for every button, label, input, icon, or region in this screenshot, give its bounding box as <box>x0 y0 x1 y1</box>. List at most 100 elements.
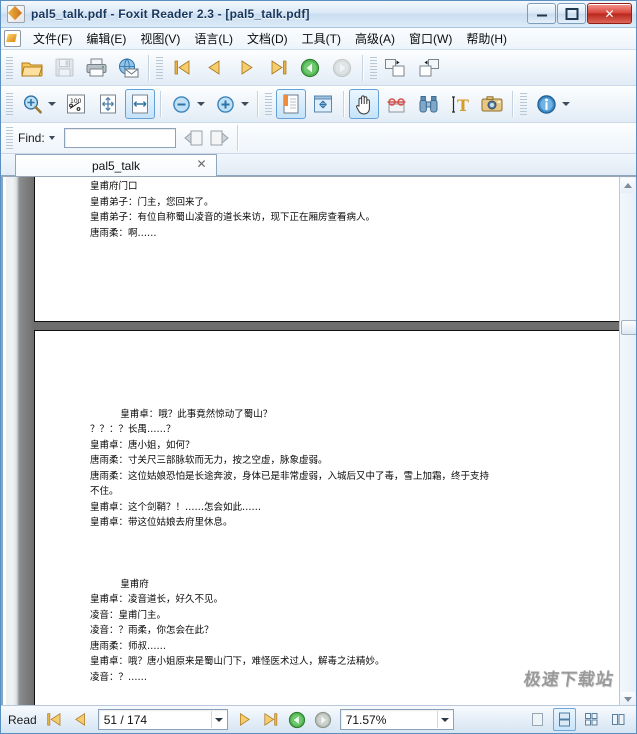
save-button[interactable] <box>49 53 79 83</box>
rotate-counterclockwise-button[interactable] <box>413 53 443 83</box>
page-number-value: 51 / 174 <box>103 712 148 727</box>
go-back-button[interactable] <box>295 53 325 83</box>
typewriter-button[interactable]: T <box>445 89 475 119</box>
facing-view-icon <box>584 712 599 727</box>
previous-page-button[interactable] <box>199 53 229 83</box>
print-button[interactable] <box>81 53 111 83</box>
view-mode-single-page[interactable] <box>526 708 549 731</box>
status-first-page-button[interactable] <box>43 708 67 732</box>
plus-circle-icon <box>216 95 235 114</box>
status-previous-page-button[interactable] <box>69 708 93 732</box>
glasses-icon <box>386 95 407 114</box>
find-previous-button[interactable] <box>182 123 206 153</box>
zoom-in-dropdown-arrow[interactable] <box>241 102 249 106</box>
edit-document-icon[interactable] <box>4 30 21 47</box>
email-button[interactable] <box>113 53 143 83</box>
rotate-clockwise-button[interactable] <box>381 53 411 83</box>
back-arrow-icon <box>288 711 306 729</box>
next-page-button[interactable] <box>231 53 261 83</box>
chevron-down-icon[interactable] <box>436 711 453 728</box>
toolbar-view-tools: 100 T <box>1 86 636 123</box>
last-page-button[interactable] <box>263 53 293 83</box>
menu-window[interactable]: 窗口(W) <box>402 28 459 49</box>
zoom-level-value: 71.57% <box>345 712 387 727</box>
toolbar-grip[interactable] <box>6 127 13 149</box>
status-bar: Read 51 / 174 71.57% <box>1 705 636 733</box>
magnifier-plus-icon <box>22 94 43 115</box>
toolbar-grip[interactable] <box>156 56 163 79</box>
pan-and-zoom-button[interactable] <box>308 89 338 119</box>
toolbar-grip[interactable] <box>6 93 13 115</box>
close-button[interactable]: ✕ <box>587 3 632 24</box>
forward-arrow-icon <box>332 58 352 78</box>
zoom-out-button[interactable] <box>166 89 196 119</box>
status-back-button[interactable] <box>285 708 309 732</box>
first-page-icon <box>173 59 192 76</box>
scroll-up-arrow-icon[interactable] <box>621 178 635 193</box>
minus-circle-icon <box>172 95 191 114</box>
menu-language[interactable]: 语言(L) <box>187 28 240 49</box>
find-button[interactable] <box>413 89 443 119</box>
menu-edit[interactable]: 编辑(E) <box>79 28 133 49</box>
zoom-in-button[interactable] <box>210 89 240 119</box>
maximize-button[interactable] <box>557 3 586 24</box>
toolbar-grip[interactable] <box>265 93 272 115</box>
hand-tool-button[interactable] <box>349 89 379 119</box>
zoom-out-dropdown-arrow[interactable] <box>197 102 205 106</box>
menu-help[interactable]: 帮助(H) <box>459 28 514 49</box>
scroll-thumb[interactable] <box>621 320 636 335</box>
chevron-down-icon[interactable] <box>210 711 227 728</box>
search-input[interactable] <box>63 128 176 148</box>
document-tab-pal5-talk[interactable]: pal5_talk ✕ <box>15 154 217 176</box>
view-mode-facing[interactable] <box>580 708 603 731</box>
snapshot-button[interactable] <box>477 89 507 119</box>
select-text-button[interactable] <box>381 89 411 119</box>
view-mode-continuous-facing[interactable] <box>607 708 630 731</box>
find-next-button[interactable] <box>208 123 232 153</box>
navigation-pane-strip[interactable] <box>1 177 34 708</box>
menu-view[interactable]: 视图(V) <box>133 28 187 49</box>
status-last-page-button[interactable] <box>259 708 283 732</box>
open-file-button[interactable] <box>17 53 47 83</box>
menu-tools[interactable]: 工具(T) <box>295 28 348 49</box>
pan-zoom-window-icon <box>313 94 333 114</box>
menu-document[interactable]: 文档(D) <box>240 28 295 49</box>
floppy-save-icon <box>55 58 74 77</box>
menu-bar: 文件(F) 编辑(E) 视图(V) 语言(L) 文档(D) 工具(T) 高级(A… <box>1 28 636 50</box>
single-page-button[interactable] <box>276 89 306 119</box>
fit-width-icon <box>130 94 150 114</box>
zoom-tool-dropdown-arrow[interactable] <box>48 102 56 106</box>
toolbar-grip[interactable] <box>370 56 377 79</box>
zoom-level-combo[interactable]: 71.57% <box>339 709 454 730</box>
window-controls: ✕ <box>527 3 632 24</box>
close-icon[interactable]: ✕ <box>195 158 208 171</box>
search-input-field[interactable] <box>64 129 175 147</box>
info-button[interactable] <box>531 89 561 119</box>
actual-size-button[interactable]: 100 <box>61 89 91 119</box>
view-mode-continuous[interactable] <box>553 708 576 731</box>
menu-advanced[interactable]: 高级(A) <box>348 28 402 49</box>
forward-arrow-icon <box>314 711 332 729</box>
fit-page-icon <box>98 94 118 114</box>
first-page-button[interactable] <box>167 53 197 83</box>
go-forward-button[interactable] <box>327 53 357 83</box>
status-forward-button[interactable] <box>311 708 335 732</box>
toolbar-grip[interactable] <box>6 56 13 79</box>
menu-file[interactable]: 文件(F) <box>26 28 79 49</box>
zoom-tool-button[interactable] <box>17 89 47 119</box>
vertical-scrollbar[interactable] <box>619 177 636 708</box>
toolbar-grip[interactable] <box>520 93 527 115</box>
info-dropdown-arrow[interactable] <box>562 102 570 106</box>
status-next-page-button[interactable] <box>233 708 257 732</box>
toolbar-separator <box>148 54 149 81</box>
single-page-view-icon <box>530 712 545 727</box>
toolbar-separator <box>343 91 344 117</box>
back-arrow-icon <box>300 58 320 78</box>
fit-width-button[interactable] <box>125 89 155 119</box>
minimize-button[interactable] <box>527 3 556 24</box>
fit-page-button[interactable] <box>93 89 123 119</box>
document-tab-label: pal5_talk <box>91 158 141 173</box>
page-number-combo[interactable]: 51 / 174 <box>97 709 228 730</box>
page-area[interactable]: 皇甫府门口 皇甫弟子：门主，您回来了。 皇甫弟子：有位自称蜀山凌音的道长来访，现… <box>34 177 620 708</box>
find-dropdown-arrow[interactable] <box>48 136 55 140</box>
